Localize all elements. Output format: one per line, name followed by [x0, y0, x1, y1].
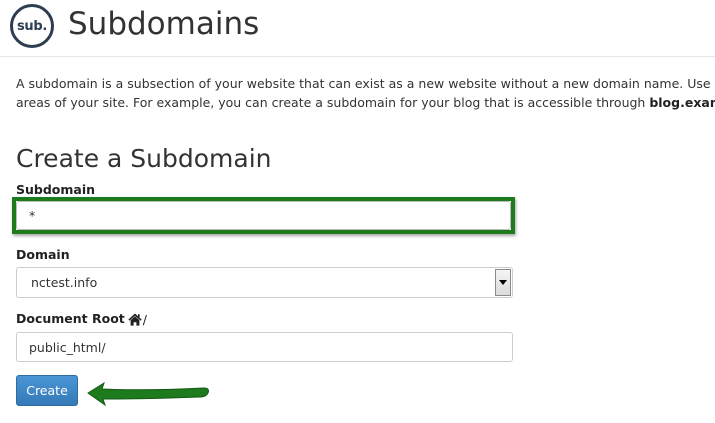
description-line-1: A subdomain is a subsection of your webs…	[16, 76, 715, 91]
header-divider	[0, 56, 715, 57]
page-title: Subdomains	[68, 6, 260, 42]
subdomain-label: Subdomain	[16, 182, 96, 197]
docroot-label-group: Document Root /	[16, 311, 147, 327]
subdomains-logo-icon: sub.	[10, 4, 54, 48]
subdomain-input[interactable]	[16, 201, 511, 230]
section-title: Create a Subdomain	[16, 144, 272, 173]
description-example-domain: blog.example.com	[649, 95, 715, 110]
docroot-slash: /	[142, 311, 147, 327]
arrow-left-annotation-icon	[87, 381, 209, 407]
domain-label: Domain	[16, 247, 70, 262]
home-icon	[128, 313, 142, 326]
description-line-2-text: areas of your site. For example, you can…	[16, 95, 650, 110]
domain-select[interactable]: nctest.info	[16, 267, 513, 298]
document-root-input[interactable]	[16, 332, 513, 362]
description-line-2: areas of your site. For example, you can…	[16, 93, 715, 112]
chevron-down-icon[interactable]	[495, 269, 511, 296]
create-button[interactable]: Create	[16, 375, 78, 406]
docroot-label: Document Root	[16, 311, 125, 326]
page-description: A subdomain is a subsection of your webs…	[16, 74, 715, 112]
domain-select-value: nctest.info	[31, 275, 98, 290]
page: sub. Subdomains A subdomain is a subsect…	[0, 0, 715, 423]
page-header: sub. Subdomains	[0, 0, 715, 56]
logo-text: sub.	[16, 18, 48, 34]
